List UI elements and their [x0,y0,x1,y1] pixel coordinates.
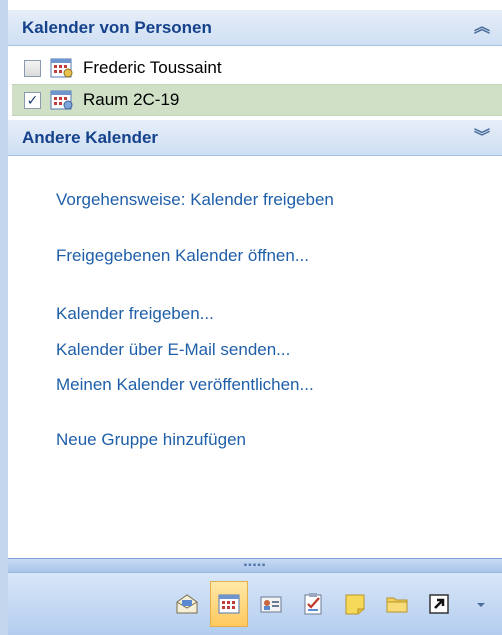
calendar-icon [50,90,73,110]
other-calendars-header[interactable]: Andere Kalender ︾ [8,120,502,156]
notes-icon [345,594,365,615]
collapse-chevron-icon[interactable]: ︽ [474,19,490,36]
configure-buttons-icon [477,603,485,607]
calendar-checkbox-checked[interactable]: ✓ [24,91,41,109]
calendar-item-label: Frederic Toussaint [83,58,222,77]
shortcuts-button[interactable] [420,581,458,627]
how-to-share-calendar-link[interactable]: Vorgehensweise: Kalender freigeben [56,190,334,210]
add-new-group-link[interactable]: Neue Gruppe hinzufügen [56,430,246,450]
mail-button[interactable] [168,581,206,627]
calendar-checkbox[interactable] [24,59,41,77]
pane-splitter[interactable]: ▪▪▪▪▪ [8,558,502,572]
folder-icon [386,597,408,613]
mail-icon [176,594,198,614]
open-shared-calendar-link[interactable]: Freigegebenen Kalender öffnen... [56,246,309,266]
configure-buttons-button[interactable] [470,581,492,627]
contacts-icon [260,596,282,613]
calendar-icon [50,58,73,78]
contacts-button[interactable] [252,581,290,627]
navigation-toolbar [8,572,502,635]
people-calendars-title: Kalender von Personen [22,17,212,37]
tasks-button[interactable] [294,581,332,627]
share-calendar-link[interactable]: Kalender freigeben... [56,304,214,324]
calendar-item-label: Raum 2C-19 [83,90,180,109]
notes-button[interactable] [336,581,374,627]
calendar-item-raum-2c-19[interactable]: ✓ Raum 2C-19 [12,84,502,116]
calendar-button[interactable] [210,581,248,627]
navigation-pane: Kalender von Personen ︽ Frederic Toussai… [0,0,502,635]
calendar-item-frederic-toussaint[interactable]: Frederic Toussaint [12,52,502,84]
shortcut-icon [429,594,449,614]
send-calendar-email-link[interactable]: Kalender über E-Mail senden... [56,340,290,360]
expand-chevron-icon[interactable]: ︾ [474,129,490,146]
publish-calendar-link[interactable]: Meinen Kalender veröffentlichen... [56,375,314,395]
splitter-grip-icon[interactable]: ▪▪▪▪▪ [244,560,267,571]
people-calendars-header[interactable]: Kalender von Personen ︽ [8,10,502,46]
folders-button[interactable] [378,581,416,627]
calendar-icon [218,594,240,614]
other-calendars-title: Andere Kalender [22,127,159,147]
tasks-icon [304,593,322,615]
